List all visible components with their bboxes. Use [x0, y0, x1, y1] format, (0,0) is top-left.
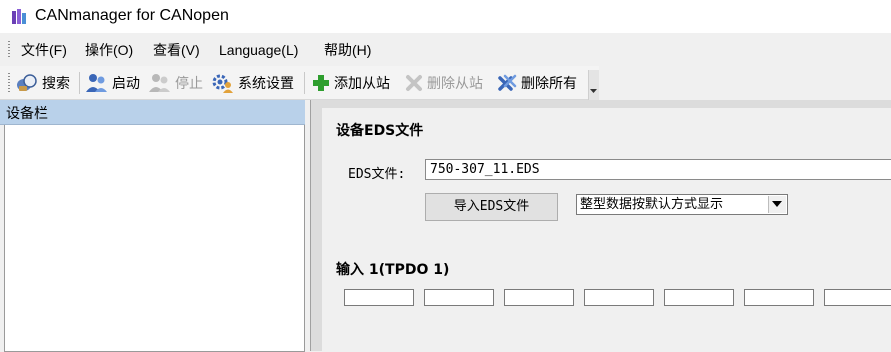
add-slave-button[interactable]: 添加从站: [311, 71, 390, 95]
menu-help[interactable]: 帮助(H): [324, 41, 371, 59]
pdo-byte-box[interactable]: [824, 289, 891, 306]
pdo-byte-box[interactable]: [424, 289, 494, 306]
toolbar-grip[interactable]: [8, 73, 10, 93]
stop-label: 停止: [175, 76, 203, 92]
pdo-byte-box[interactable]: [664, 289, 734, 306]
remove-all-label: 删除所有: [521, 76, 577, 92]
toolbar-separator: [79, 72, 80, 94]
toolbar-separator: [304, 72, 305, 94]
chevron-down-icon: [590, 89, 597, 93]
menu-view[interactable]: 查看(V): [153, 41, 200, 59]
settings-button[interactable]: 系统设置: [211, 71, 294, 95]
remove-slave-label: 删除从站: [427, 76, 483, 92]
gear-users-icon: [212, 74, 233, 93]
display-mode-value: 整型数据按默认方式显示: [580, 197, 724, 212]
users-icon: [149, 74, 170, 92]
import-eds-button[interactable]: 导入EDS文件: [425, 193, 558, 221]
display-mode-select[interactable]: 整型数据按默认方式显示: [576, 194, 788, 215]
search-button[interactable]: 搜索: [15, 71, 70, 95]
chevron-down-icon: [772, 201, 782, 207]
pdo-byte-box[interactable]: [504, 289, 574, 306]
toolbar-overflow-button[interactable]: [588, 70, 599, 100]
menu-bar: 文件(F) 操作(O) 查看(V) Language(L) 帮助(H): [0, 33, 891, 66]
device-panel-header: 设备栏: [0, 100, 305, 125]
start-label: 启动: [112, 76, 140, 92]
pdo-byte-box[interactable]: [744, 289, 814, 306]
eds-content: 设备EDS文件 EDS文件: 750-307_11.EDS 导入EDS文件 整型…: [322, 108, 891, 351]
search-icon: [17, 74, 37, 91]
stop-button[interactable]: 停止: [148, 71, 203, 95]
main-area: 设备EDS文件 EDS文件: 750-307_11.EDS 导入EDS文件 整型…: [310, 100, 891, 351]
display-mode-dropdown-button[interactable]: [768, 196, 786, 213]
start-button[interactable]: 启动: [85, 71, 140, 95]
app-icon: [12, 9, 26, 24]
add-slave-label: 添加从站: [334, 76, 390, 92]
menubar-grip[interactable]: [8, 41, 10, 59]
window-title: CANmanager for CANopen: [35, 7, 229, 24]
settings-label: 系统设置: [238, 76, 294, 92]
remove-all-button[interactable]: 删除所有: [496, 71, 577, 95]
menu-file[interactable]: 文件(F): [21, 41, 67, 59]
users-icon: [86, 74, 107, 92]
input-section-title: 输入 1(TPDO 1): [336, 262, 450, 278]
x-icon: [406, 75, 422, 91]
remove-all-icon: [498, 74, 517, 91]
menu-operation[interactable]: 操作(O): [85, 41, 133, 59]
plus-icon: [313, 75, 329, 91]
eds-section-title: 设备EDS文件: [336, 123, 424, 139]
eds-file-input[interactable]: 750-307_11.EDS: [425, 159, 891, 180]
device-panel-title: 设备栏: [6, 106, 48, 122]
pdo-byte-box[interactable]: [344, 289, 414, 306]
title-bar: CANmanager for CANopen: [0, 0, 891, 33]
device-tree[interactable]: [4, 125, 305, 352]
menu-language[interactable]: Language(L): [219, 41, 298, 59]
search-label: 搜索: [42, 76, 70, 92]
remove-slave-button[interactable]: 删除从站: [404, 71, 483, 95]
toolbar: 搜索 启动 停止 系统设置 添加从站 删除从站 删除所有: [0, 66, 599, 100]
eds-file-label: EDS文件:: [348, 167, 406, 182]
pdo-byte-box[interactable]: [584, 289, 654, 306]
device-panel: 设备栏: [0, 100, 305, 352]
